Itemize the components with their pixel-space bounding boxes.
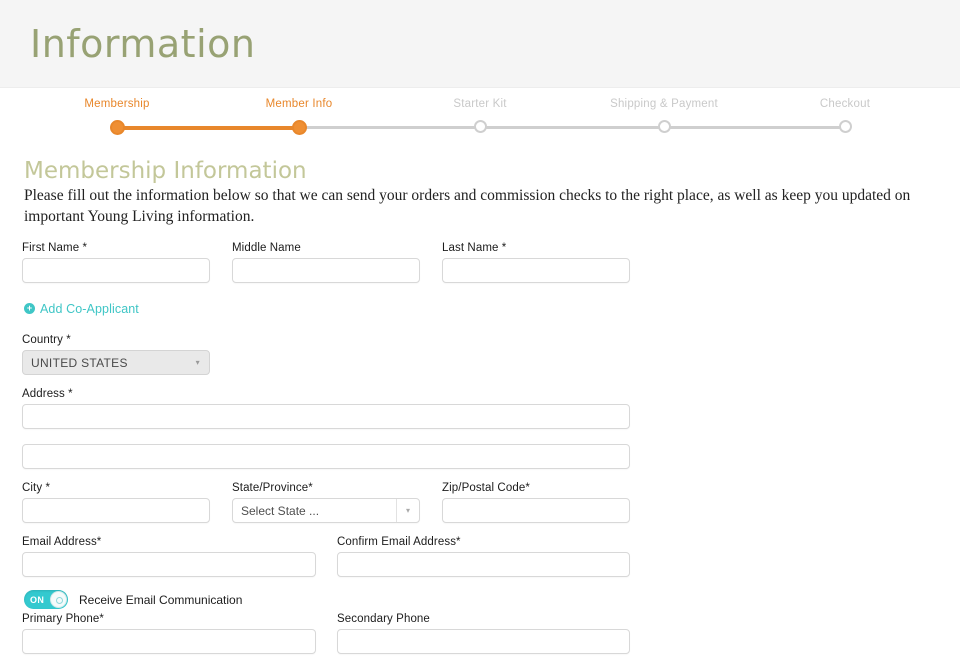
section-title: Membership Information: [24, 158, 307, 184]
primary-phone-field-group: Primary Phone*: [22, 613, 316, 655]
city-input[interactable]: [22, 498, 210, 524]
stepper-step-label: Membership: [84, 98, 150, 110]
stepper-step-member-info[interactable]: Member Info: [214, 98, 384, 135]
receive-email-toggle-row: ON Receive Email Communication: [24, 590, 938, 610]
zip-input[interactable]: [442, 498, 630, 524]
last-name-input[interactable]: [442, 257, 630, 283]
country-row: Country * UNITED STATES ▾: [22, 334, 938, 380]
primary-phone-input[interactable]: [22, 629, 316, 655]
stepper-step-membership[interactable]: Membership: [32, 98, 202, 135]
primary-phone-label: Primary Phone*: [22, 613, 104, 626]
country-field-group: Country * UNITED STATES ▾: [22, 334, 210, 376]
middle-name-input[interactable]: [232, 257, 420, 283]
checkout-stepper: Membership Member Info Starter Kit Shipp…: [0, 88, 960, 150]
stepper-step-label: Starter Kit: [453, 98, 507, 110]
stepper-step-label: Shipping & Payment: [610, 98, 718, 110]
secondary-phone-label: Secondary Phone: [337, 613, 430, 626]
first-name-input[interactable]: [22, 257, 210, 283]
stepper-step-dot: [291, 120, 307, 135]
add-co-applicant-link[interactable]: + Add Co-Applicant: [24, 302, 139, 316]
stepper-step-dot: [838, 120, 852, 133]
address-line2-input[interactable]: [22, 444, 630, 470]
email-label: Email Address*: [22, 536, 102, 549]
receive-email-caption: Receive Email Communication: [79, 592, 243, 607]
secondary-phone-field-group: Secondary Phone: [337, 613, 630, 655]
add-co-applicant-label: Add Co-Applicant: [40, 301, 139, 316]
address-line2-field-group: [22, 444, 630, 470]
plus-circle-icon: +: [24, 303, 35, 315]
zip-field-group: Zip/Postal Code*: [442, 482, 630, 524]
address-line1-input[interactable]: [22, 404, 630, 430]
toggle-knob: [50, 591, 67, 609]
secondary-phone-input[interactable]: [337, 629, 630, 655]
city-field-group: City *: [22, 482, 210, 524]
membership-information-section: Membership Information Please fill out t…: [0, 158, 960, 659]
state-select[interactable]: Select State ... ▾: [232, 498, 420, 524]
section-description: Please fill out the information below so…: [24, 187, 911, 225]
address-line2-row: [22, 444, 938, 474]
phone-row: Primary Phone* Secondary Phone: [22, 613, 938, 659]
toggle-state-label: ON: [30, 594, 45, 605]
zip-label: Zip/Postal Code*: [442, 482, 530, 495]
name-row: First Name * Middle Name Last Name *: [22, 242, 938, 288]
address-field-group: Address *: [22, 388, 630, 430]
middle-name-label: Middle Name: [232, 241, 301, 254]
receive-email-toggle[interactable]: ON: [24, 590, 68, 610]
email-row: Email Address* Confirm Email Address*: [22, 536, 938, 582]
stepper-step-dot: [473, 120, 487, 133]
country-selected-value: UNITED STATES: [31, 355, 128, 370]
state-label: State/Province*: [232, 482, 313, 495]
page-header: Information: [0, 0, 960, 88]
middle-name-field-group: Middle Name: [232, 242, 420, 283]
country-label: Country *: [22, 334, 71, 347]
confirm-email-label: Confirm Email Address*: [337, 536, 461, 549]
confirm-email-input[interactable]: [337, 552, 630, 578]
last-name-field-group: Last Name *: [442, 242, 630, 283]
stepper-step-label: Checkout: [819, 98, 871, 110]
stepper-step-dot: [109, 120, 125, 135]
country-select[interactable]: UNITED STATES ▾: [22, 350, 210, 376]
stepper-step-dot: [657, 120, 671, 133]
last-name-label: Last Name *: [442, 241, 507, 254]
stepper-step-checkout[interactable]: Checkout: [760, 98, 930, 133]
city-label: City *: [22, 482, 51, 495]
address-label: Address *: [22, 388, 73, 401]
chevron-down-icon: ▾: [396, 499, 419, 523]
email-field-group: Email Address*: [22, 536, 316, 578]
page-title: Information: [30, 21, 256, 66]
state-field-group: State/Province* Select State ... ▾: [232, 482, 420, 524]
stepper-step-label: Member Info: [265, 98, 333, 110]
first-name-field-group: First Name *: [22, 242, 210, 283]
stepper-step-starter-kit[interactable]: Starter Kit: [395, 98, 565, 133]
city-state-zip-row: City * State/Province* Select State ... …: [22, 482, 938, 528]
first-name-label: First Name *: [22, 241, 88, 254]
confirm-email-field-group: Confirm Email Address*: [337, 536, 630, 578]
address-row: Address *: [22, 388, 938, 436]
chevron-down-icon: ▾: [195, 357, 200, 367]
email-input[interactable]: [22, 552, 316, 578]
stepper-step-shipping-payment[interactable]: Shipping & Payment: [579, 98, 749, 133]
state-selected-value: Select State ...: [241, 503, 320, 518]
